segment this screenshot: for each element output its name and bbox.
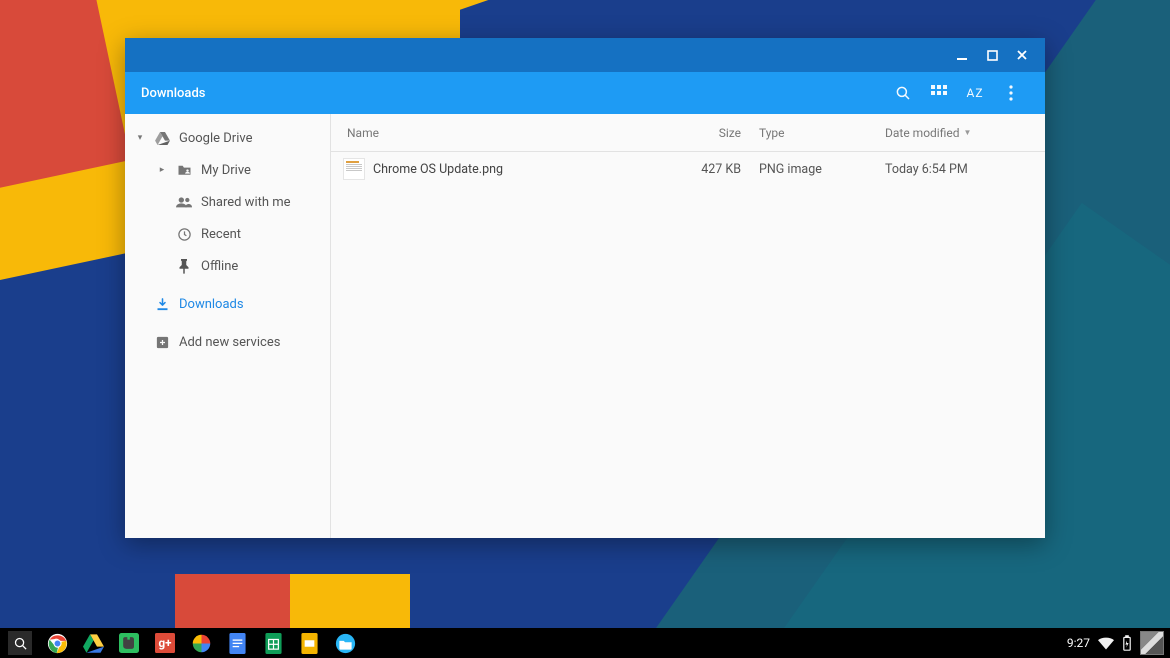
- shelf-app-slides[interactable]: [298, 632, 320, 654]
- clock: 9:27: [1067, 636, 1090, 650]
- more-options-button[interactable]: [993, 75, 1029, 111]
- pin-icon: [175, 259, 193, 274]
- shelf-app-photos[interactable]: [190, 632, 212, 654]
- sidebar-item-label: Add new services: [179, 335, 280, 350]
- sidebar-item-my-drive[interactable]: ▸ My Drive: [125, 154, 330, 186]
- column-name[interactable]: Name: [347, 126, 663, 140]
- sidebar-item-label: Google Drive: [179, 131, 252, 146]
- close-button[interactable]: [1007, 40, 1037, 70]
- wifi-icon: [1098, 637, 1114, 650]
- sidebar-item-add-new-services[interactable]: Add new services: [125, 326, 330, 358]
- file-date: Today 6:54 PM: [885, 162, 1045, 177]
- chevron-down-icon: ▾: [135, 133, 145, 143]
- sidebar-item-shared-with-me[interactable]: Shared with me: [125, 186, 330, 218]
- sidebar-item-label: Shared with me: [201, 195, 291, 210]
- sidebar: ▾ Google Drive ▸ My Drive: [125, 114, 331, 538]
- sort-descending-icon: ▼: [964, 128, 972, 137]
- user-avatar[interactable]: [1140, 631, 1164, 655]
- window-body: ▾ Google Drive ▸ My Drive: [125, 114, 1045, 538]
- drive-icon: [153, 132, 171, 145]
- location-title: Downloads: [141, 86, 205, 101]
- files-window: Downloads AZ ▾ Goog: [125, 38, 1045, 538]
- status-tray[interactable]: 9:27: [1067, 631, 1170, 655]
- sidebar-item-offline[interactable]: Offline: [125, 250, 330, 282]
- titlebar[interactable]: [125, 38, 1045, 72]
- shelf-app-docs[interactable]: [226, 632, 248, 654]
- shelf-app-google-plus[interactable]: g+: [154, 632, 176, 654]
- clock-icon: [175, 227, 193, 242]
- sidebar-item-recent[interactable]: Recent: [125, 218, 330, 250]
- file-type: PNG image: [759, 162, 885, 177]
- desktop: Downloads AZ ▾ Goog: [0, 0, 1170, 658]
- minimize-button[interactable]: [947, 40, 977, 70]
- column-size[interactable]: Size: [663, 126, 759, 140]
- sidebar-item-label: Downloads: [179, 297, 244, 312]
- column-date-label: Date modified: [885, 126, 960, 140]
- shelf: g+ 9:27: [0, 628, 1170, 658]
- sidebar-item-google-drive[interactable]: ▾ Google Drive: [125, 122, 330, 154]
- sort-az-button[interactable]: AZ: [957, 75, 993, 111]
- maximize-button[interactable]: [977, 40, 1007, 70]
- battery-icon: [1122, 635, 1132, 651]
- shelf-app-evernote[interactable]: [118, 632, 140, 654]
- file-list: Name Size Type Date modified ▼ Chrome OS…: [331, 114, 1045, 538]
- column-headers: Name Size Type Date modified ▼: [331, 114, 1045, 152]
- folder-shared-icon: [175, 164, 193, 176]
- people-icon: [175, 196, 193, 208]
- column-type[interactable]: Type: [759, 126, 885, 140]
- chevron-right-icon: ▸: [157, 165, 167, 175]
- sidebar-item-label: Recent: [201, 227, 241, 242]
- file-name: Chrome OS Update.png: [373, 162, 663, 177]
- column-date-modified[interactable]: Date modified ▼: [885, 126, 1045, 140]
- file-thumbnail: [343, 158, 365, 180]
- launcher-button[interactable]: [8, 631, 32, 655]
- shelf-app-drive[interactable]: [82, 632, 104, 654]
- search-button[interactable]: [885, 75, 921, 111]
- add-box-icon: [153, 335, 171, 350]
- view-grid-button[interactable]: [921, 75, 957, 111]
- shelf-app-sheets[interactable]: [262, 632, 284, 654]
- shelf-app-files[interactable]: [334, 632, 356, 654]
- file-size: 427 KB: [663, 162, 759, 177]
- sidebar-item-label: My Drive: [201, 163, 251, 178]
- sidebar-item-downloads[interactable]: Downloads: [125, 288, 330, 320]
- toolbar: Downloads AZ: [125, 72, 1045, 114]
- shelf-app-chrome[interactable]: [46, 632, 68, 654]
- file-row[interactable]: Chrome OS Update.png 427 KB PNG image To…: [331, 152, 1045, 186]
- download-icon: [153, 297, 171, 312]
- sidebar-item-label: Offline: [201, 259, 238, 274]
- sort-label: AZ: [966, 86, 983, 100]
- svg-text:g+: g+: [158, 636, 171, 650]
